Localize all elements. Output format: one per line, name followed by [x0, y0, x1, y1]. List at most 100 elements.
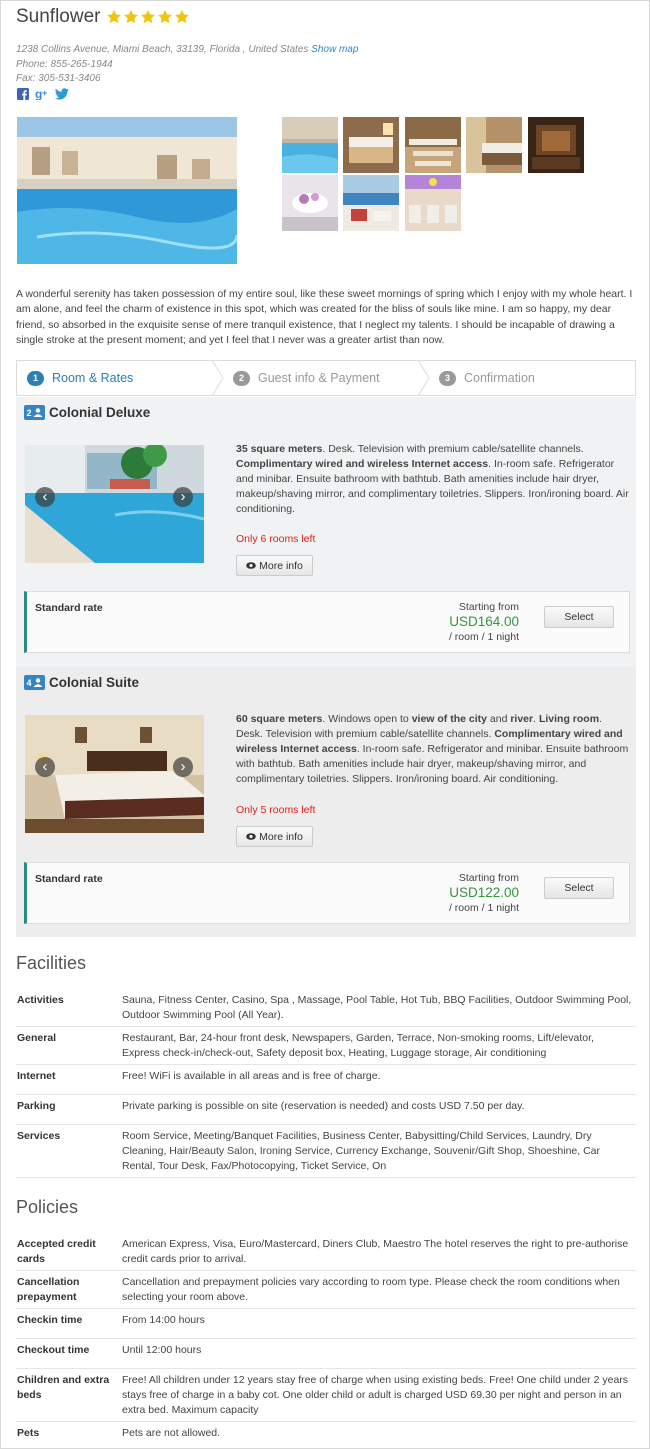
person-icon — [33, 678, 42, 687]
facility-row: Internet Free! WiFi is available in all … — [16, 1069, 636, 1095]
step-label: Guest info & Payment — [258, 371, 380, 385]
rate-option: Standard rate Starting from USD164.00 / … — [24, 591, 630, 653]
rooms-left-notice: Only 5 rooms left — [236, 804, 316, 816]
step-number: 3 — [439, 370, 456, 386]
facility-row: Services Room Service, Meeting/Banquet F… — [16, 1129, 636, 1178]
star-icon — [106, 10, 121, 24]
select-button[interactable]: Select — [544, 606, 614, 628]
star-icon — [123, 10, 138, 24]
room-desc-text: . Desk. Television with premium cable/sa… — [322, 443, 584, 455]
twitter-icon[interactable] — [55, 87, 69, 100]
hotel-description: A wonderful serenity has taken possessio… — [16, 288, 633, 347]
facility-value: Sauna, Fitness Center, Casino, Spa , Mas… — [122, 994, 632, 1021]
show-map-link[interactable]: Show map — [311, 44, 358, 55]
step-confirmation[interactable]: 3 Confirmation — [429, 361, 635, 395]
person-icon — [33, 408, 42, 417]
eye-icon — [246, 562, 256, 569]
policy-value: Pets are not allowed. — [122, 1427, 221, 1439]
hotel-name: Sunflower — [16, 6, 101, 27]
star-icon — [174, 10, 189, 24]
more-info-button[interactable]: More info — [236, 555, 313, 576]
room-photo[interactable]: ‹ › — [25, 445, 204, 563]
room-name: Colonial Deluxe — [49, 405, 151, 420]
policy-value: Cancellation and prepayment policies var… — [122, 1276, 620, 1303]
room-title: 2 Colonial Deluxe — [24, 405, 150, 420]
policy-row: Checkin time From 14:00 hours — [16, 1313, 636, 1339]
step-room-rates[interactable]: 1 Room & Rates — [17, 360, 224, 396]
room-desc-bold: view of the city — [411, 713, 487, 725]
more-info-label: More info — [259, 559, 303, 572]
policy-label: Checkin time — [17, 1314, 83, 1326]
policy-value: Until 12:00 hours — [122, 1344, 202, 1356]
step-guest-info[interactable]: 2 Guest info & Payment — [223, 360, 430, 396]
star-rating — [106, 9, 190, 25]
policy-row: Cancellation prepayment Cancellation and… — [16, 1275, 636, 1309]
facility-value: Restaurant, Bar, 24-hour front desk, New… — [122, 1032, 594, 1059]
policy-label: Accepted credit cards — [17, 1238, 96, 1265]
carousel-next-arrow[interactable]: › — [173, 757, 193, 777]
step-number: 2 — [233, 370, 250, 386]
rate-unit: / room / 1 night — [448, 631, 519, 643]
thumbnail-photo[interactable] — [343, 117, 399, 173]
thumbnail-photo[interactable] — [466, 117, 522, 173]
eye-icon — [246, 833, 256, 840]
policy-row: Children and extra beds Free! All childr… — [16, 1373, 636, 1422]
starting-from-label: Starting from — [458, 601, 519, 613]
policy-label: Checkout time — [17, 1344, 90, 1356]
more-info-button[interactable]: More info — [236, 826, 313, 847]
room-name: Colonial Suite — [49, 675, 140, 690]
carousel-prev-arrow[interactable]: ‹ — [35, 757, 55, 777]
room-desc-text: and — [486, 713, 511, 725]
pool-photo — [17, 117, 237, 264]
facility-label: Services — [17, 1130, 61, 1142]
step-label: Confirmation — [464, 371, 535, 385]
rate-option: Standard rate Starting from USD122.00 / … — [24, 862, 630, 924]
thumbnail-photo[interactable] — [282, 175, 338, 231]
google-plus-icon[interactable]: g + — [35, 87, 49, 100]
room-card: 4 Colonial Suite ‹ › 60 square meters. W… — [16, 667, 636, 937]
facility-value: Free! WiFi is available in all areas and… — [122, 1070, 381, 1082]
carousel-next-arrow[interactable]: › — [173, 487, 193, 507]
facility-row: General Restaurant, Bar, 24-hour front d… — [16, 1031, 636, 1065]
star-icon — [140, 10, 155, 24]
rate-name: Standard rate — [35, 873, 103, 885]
step-number: 1 — [27, 370, 44, 386]
hotel-fax: Fax: 305-531-3406 — [16, 73, 101, 84]
policy-row: Accepted credit cards American Express, … — [16, 1237, 636, 1271]
facility-value: Room Service, Meeting/Banquet Facilities… — [122, 1130, 601, 1172]
thumbnail-photo[interactable] — [405, 117, 461, 173]
facebook-icon[interactable] — [17, 87, 29, 100]
thumbnail-photo[interactable] — [343, 175, 399, 231]
hotel-address: 1238 Collins Avenue, Miami Beach, 33139,… — [16, 44, 309, 55]
facility-value: Private parking is possible on site (res… — [122, 1100, 525, 1112]
rate-name: Standard rate — [35, 602, 103, 614]
facility-row: Activities Sauna, Fitness Center, Casino… — [16, 993, 636, 1027]
thumbnail-photo[interactable] — [528, 117, 584, 173]
room-desc-bold: Complimentary wired and wireless Interne… — [236, 458, 489, 470]
hotel-phone: Phone: 855-265-1944 — [16, 58, 113, 70]
room-desc-bold: 35 square meters — [236, 443, 323, 455]
room-desc-bold: river — [510, 713, 534, 725]
social-links: g + — [17, 87, 69, 100]
capacity-number: 4 — [26, 677, 32, 688]
hotel-contact-info: 1238 Collins Avenue, Miami Beach, 33139,… — [16, 43, 358, 87]
room-photo[interactable]: ‹ › — [25, 715, 204, 833]
facilities-heading: Facilities — [16, 953, 87, 973]
facility-label: General — [17, 1032, 57, 1044]
capacity-number: 2 — [26, 407, 32, 418]
select-button[interactable]: Select — [544, 877, 614, 899]
facility-label: Parking — [17, 1100, 56, 1112]
hotel-page: Sunflower 1238 Collins Avenue, Miami Bea… — [0, 0, 650, 1449]
policy-row: Checkout time Until 12:00 hours — [16, 1343, 636, 1369]
star-icon — [157, 10, 172, 24]
thumbnail-photo[interactable] — [405, 175, 461, 231]
hotel-main-photo[interactable] — [17, 117, 237, 264]
room-desc-text: . Windows open to — [322, 713, 412, 725]
rate-price: USD164.00 — [449, 614, 519, 629]
room-capacity-badge: 4 — [24, 675, 45, 690]
carousel-prev-arrow[interactable]: ‹ — [35, 487, 55, 507]
policy-label: Children and extra beds — [17, 1374, 110, 1401]
policy-value: From 14:00 hours — [122, 1314, 205, 1326]
thumbnail-photo[interactable] — [282, 117, 338, 173]
facility-label: Activities — [17, 994, 64, 1006]
